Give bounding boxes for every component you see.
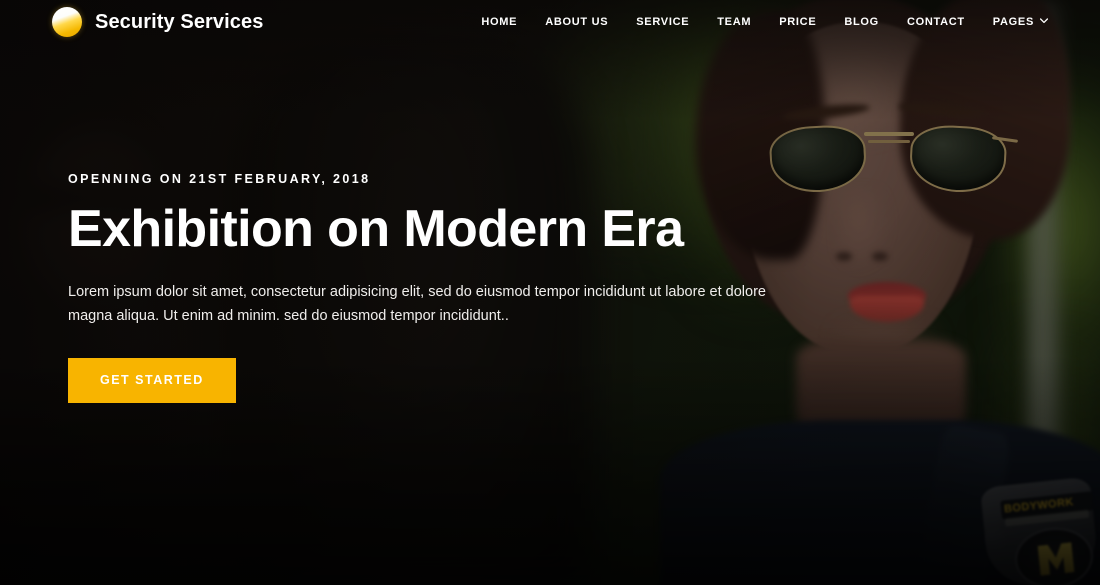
get-started-button[interactable]: GET STARTED: [68, 358, 236, 403]
nav-item-contact[interactable]: CONTACT: [893, 10, 979, 34]
hero-paragraph: Lorem ipsum dolor sit amet, consectetur …: [68, 284, 766, 324]
hero-eyebrow: OPENNING ON 21ST FEBRUARY, 2018: [68, 172, 371, 186]
circle-logo-icon: [52, 7, 82, 37]
nav-item-service[interactable]: SERVICE: [622, 10, 703, 34]
hero-section: BODYWORK Security Services HOME ABOUT US…: [0, 0, 1100, 585]
nav-item-home[interactable]: HOME: [467, 10, 531, 34]
brand-logo[interactable]: Security Services: [52, 7, 263, 37]
nav-item-blog[interactable]: BLOG: [830, 10, 893, 34]
brand-name: Security Services: [95, 10, 264, 33]
nav-item-about-us[interactable]: ABOUT US: [531, 10, 622, 34]
hero-content: OPENNING ON 21ST FEBRUARY, 2018 Exhibiti…: [68, 172, 828, 403]
nav-item-pages[interactable]: PAGES: [979, 10, 1048, 34]
site-header: Security Services HOME ABOUT US SERVICE …: [0, 0, 1100, 44]
nav-item-price[interactable]: PRICE: [765, 10, 830, 34]
main-navigation: HOME ABOUT US SERVICE TEAM PRICE BLOG CO…: [467, 10, 1048, 34]
nav-item-pages-label: PAGES: [992, 16, 1034, 28]
hero-headline: Exhibition on Modern Era: [68, 200, 684, 258]
nav-item-team[interactable]: TEAM: [703, 10, 765, 34]
chevron-down-icon: [1040, 17, 1048, 25]
